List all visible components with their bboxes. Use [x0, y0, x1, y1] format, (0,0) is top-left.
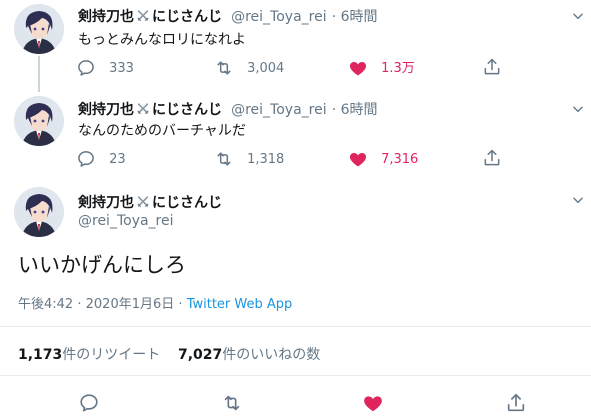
- tweet-source-link[interactable]: Twitter Web App: [187, 297, 293, 312]
- crossed-swords-icon: [135, 9, 151, 22]
- retweet-stat[interactable]: 1,173件のリツイート: [18, 344, 160, 364]
- reply-icon[interactable]: [78, 392, 100, 414]
- reply-icon: [76, 58, 96, 78]
- retweet-button[interactable]: 1,318: [214, 148, 284, 169]
- divider: [0, 326, 591, 327]
- thread-line: [38, 56, 40, 92]
- tweet-text: なんのためのバーチャルだ: [78, 123, 246, 139]
- tweet-time[interactable]: 午後4:42: [18, 297, 73, 312]
- retweet-count: 1,318: [247, 152, 285, 167]
- like-stat[interactable]: 7,027件のいいねの数: [178, 344, 320, 364]
- like-button[interactable]: 7,316: [348, 148, 418, 169]
- author-handle[interactable]: @rei_Toya_rei: [231, 9, 327, 25]
- like-button[interactable]: 1.3万: [348, 57, 415, 78]
- author-name[interactable]: 剣持刀也 にじさんじ: [78, 9, 222, 25]
- tweet-time[interactable]: 6時間: [341, 9, 378, 25]
- avatar[interactable]: [14, 96, 64, 146]
- tweet-2[interactable]: 剣持刀也 にじさんじ @rei_Toya_rei · 6時間 なんのためのバーチャ…: [0, 92, 591, 178]
- share-icon[interactable]: [482, 148, 502, 168]
- tweet-1[interactable]: 剣持刀也 にじさんじ @rei_Toya_rei · 6時間 もっとみんなロリにな…: [0, 0, 591, 92]
- retweet-icon: [214, 58, 234, 78]
- like-icon: [348, 58, 368, 78]
- retweet-count: 3,004: [247, 61, 285, 76]
- reply-button[interactable]: 333: [76, 57, 134, 78]
- retweet-icon[interactable]: [221, 392, 243, 414]
- tweet-date[interactable]: 2020年1月6日: [86, 297, 175, 312]
- like-icon: [348, 149, 368, 169]
- reply-count: 333: [109, 61, 134, 76]
- tweet-meta: 午後4:42 · 2020年1月6日 · Twitter Web App: [18, 297, 293, 312]
- chevron-down-icon[interactable]: [571, 193, 585, 207]
- tweet-header: 剣持刀也 にじさんじ @rei_Toya_rei · 6時間: [78, 102, 378, 118]
- crossed-swords-icon: [135, 195, 151, 208]
- divider: [0, 375, 591, 376]
- retweet-button[interactable]: 3,004: [214, 57, 284, 78]
- reply-icon: [76, 149, 96, 169]
- reply-count: 23: [109, 152, 126, 167]
- main-tweet: 剣持刀也 にじさんじ @rei_Toya_rei いいかげんにしろ 午後4:42 …: [0, 178, 591, 419]
- avatar[interactable]: [14, 4, 64, 54]
- reply-button[interactable]: 23: [76, 148, 126, 169]
- crossed-swords-icon: [135, 102, 151, 115]
- author-name[interactable]: 剣持刀也 にじさんじ: [78, 102, 222, 118]
- share-icon[interactable]: [505, 392, 527, 414]
- like-count: 1.3万: [381, 61, 415, 76]
- chevron-down-icon[interactable]: [571, 9, 585, 23]
- tweet-header: 剣持刀也 にじさんじ @rei_Toya_rei · 6時間: [78, 9, 378, 25]
- avatar[interactable]: [14, 187, 64, 237]
- author-handle[interactable]: @rei_Toya_rei: [78, 213, 174, 229]
- like-count: 7,316: [381, 152, 419, 167]
- chevron-down-icon[interactable]: [571, 102, 585, 116]
- author-name[interactable]: 剣持刀也 にじさんじ: [78, 192, 222, 212]
- author-handle[interactable]: @rei_Toya_rei: [231, 102, 327, 118]
- tweet-time[interactable]: 6時間: [341, 102, 378, 118]
- like-icon[interactable]: [362, 392, 384, 414]
- tweet-text: もっとみんなロリになれよ: [78, 32, 246, 48]
- share-icon[interactable]: [482, 57, 502, 77]
- retweet-icon: [214, 149, 234, 169]
- main-tweet-text: いいかげんにしろ: [18, 253, 186, 277]
